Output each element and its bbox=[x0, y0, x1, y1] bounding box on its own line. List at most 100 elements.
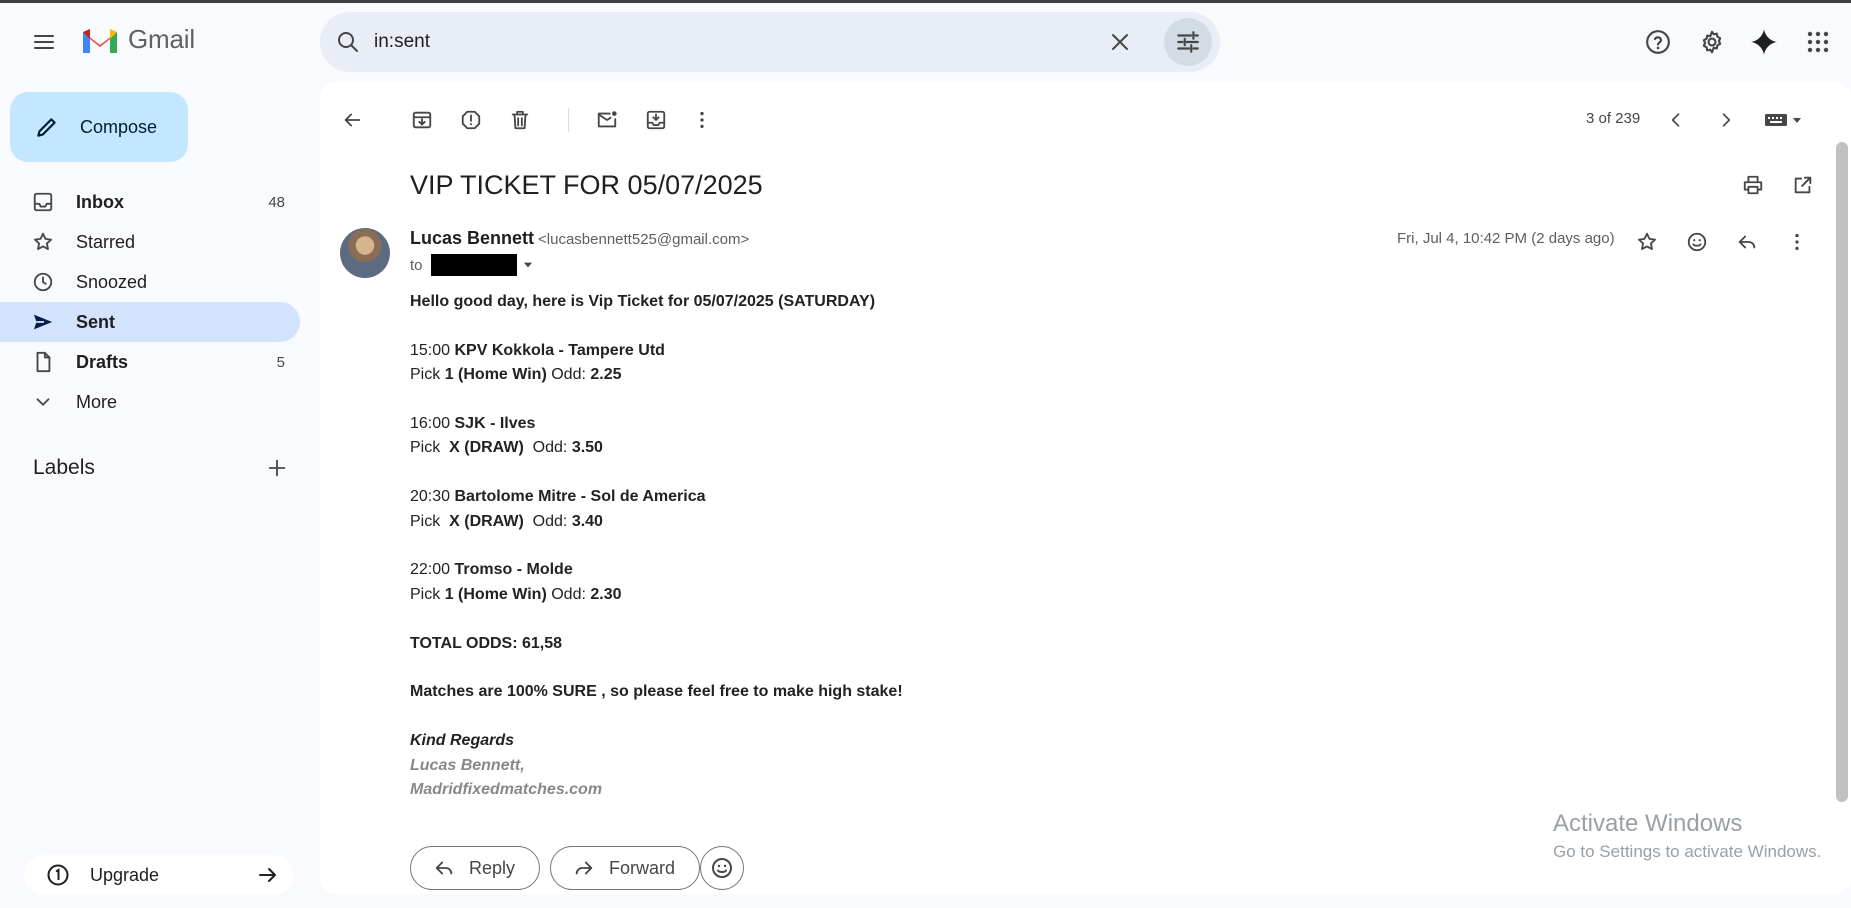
report-icon bbox=[461, 110, 481, 130]
sidebar-item-snoozed[interactable]: Snoozed bbox=[0, 262, 300, 302]
keyboard-icon bbox=[1765, 114, 1801, 126]
add-reaction-button[interactable] bbox=[1677, 222, 1717, 262]
sidebar-item-more[interactable]: More bbox=[0, 382, 300, 422]
forward-label: Forward bbox=[609, 857, 676, 878]
emoji-icon bbox=[712, 858, 732, 878]
search-input[interactable] bbox=[374, 26, 1074, 58]
emoji-icon bbox=[1687, 232, 1707, 252]
windows-activation-watermark: Activate Windows Go to Settings to activ… bbox=[1553, 810, 1821, 862]
draft-count: 5 bbox=[276, 353, 285, 371]
sidebar-item-inbox[interactable]: Inbox 48 bbox=[0, 182, 300, 222]
send-icon bbox=[33, 314, 53, 330]
more-vert-icon bbox=[700, 111, 704, 129]
gmail-m-icon bbox=[83, 28, 117, 53]
gmail-logo-text: Gmail bbox=[128, 24, 195, 54]
settings-button[interactable] bbox=[1692, 22, 1732, 62]
archive-button[interactable] bbox=[402, 100, 442, 140]
emoji-reaction-button[interactable] bbox=[700, 846, 744, 890]
message-view: 3 of 239 VIP TICKET FOR 05/07/2025 Lucas… bbox=[320, 82, 1851, 894]
search-icon[interactable] bbox=[336, 30, 360, 54]
move-to-inbox-icon bbox=[646, 110, 666, 130]
match-line: 15:00 KPV Kokkola - Tampere Utd bbox=[410, 341, 665, 359]
message-more-button[interactable] bbox=[1777, 222, 1817, 262]
delete-button[interactable] bbox=[500, 100, 540, 140]
signature-name: Lucas Bennett, bbox=[410, 756, 525, 774]
signoff: Kind Regards bbox=[410, 732, 515, 750]
unread-count: 48 bbox=[268, 193, 285, 211]
pick-line: Pick 1 (Home Win) Odd: 2.25 bbox=[410, 366, 622, 384]
pagination-label: 3 of 239 bbox=[1586, 110, 1641, 127]
email-note: Matches are 100% SURE , so please feel f… bbox=[410, 683, 903, 701]
sender-email: <lucasbennett525@gmail.com> bbox=[538, 231, 750, 248]
chevron-down-icon bbox=[36, 398, 50, 406]
pencil-icon bbox=[37, 118, 56, 137]
star-message-button[interactable] bbox=[1627, 222, 1667, 262]
chevron-right-icon bbox=[1722, 113, 1731, 127]
sidebar-item-label: Starred bbox=[76, 231, 136, 252]
search-options-button[interactable] bbox=[1164, 18, 1212, 66]
scrollbar-thumb[interactable] bbox=[1836, 142, 1848, 802]
move-to-button[interactable] bbox=[636, 100, 676, 140]
add-label-icon[interactable] bbox=[266, 457, 288, 479]
gemini-button[interactable] bbox=[1744, 22, 1784, 62]
signature-site: Madridfixedmatches.com bbox=[410, 781, 603, 799]
email-greeting: Hello good day, here is Vip Ticket for 0… bbox=[410, 293, 876, 310]
forward-icon bbox=[575, 861, 593, 875]
input-tools-button[interactable] bbox=[1758, 100, 1812, 140]
trash-icon bbox=[511, 110, 529, 130]
total-odds: TOTAL ODDS: 61,58 bbox=[410, 634, 563, 652]
sender-info: Lucas Bennett <lucasbennett525@gmail.com> bbox=[410, 228, 749, 249]
labels-header: Labels bbox=[33, 456, 288, 480]
sidebar-item-label: Sent bbox=[76, 311, 116, 332]
reply-button[interactable]: Reply bbox=[410, 846, 541, 890]
mark-unread-button[interactable] bbox=[587, 100, 627, 140]
upgrade-label: Upgrade bbox=[90, 864, 160, 885]
compose-button[interactable]: Compose bbox=[10, 92, 188, 162]
newer-button[interactable] bbox=[1656, 100, 1696, 140]
open-new-window-button[interactable] bbox=[1783, 165, 1823, 205]
email-subject: VIP TICKET FOR 05/07/2025 bbox=[410, 170, 763, 200]
reply-icon bbox=[435, 861, 453, 875]
sender-avatar[interactable] bbox=[340, 228, 390, 278]
compose-label: Compose bbox=[80, 116, 158, 137]
sidebar-item-label: Drafts bbox=[76, 351, 129, 372]
clear-search-icon[interactable] bbox=[1108, 30, 1132, 54]
watermark-title: Activate Windows bbox=[1553, 810, 1743, 837]
forward-button[interactable]: Forward bbox=[550, 846, 701, 890]
match-line: 16:00 SJK - Ilves bbox=[410, 415, 536, 432]
toolbar-divider bbox=[568, 108, 569, 132]
pick-line: Pick X (DRAW) Odd: 3.50 bbox=[410, 439, 603, 457]
reply-icon-button[interactable] bbox=[1727, 222, 1767, 262]
apps-grid-icon bbox=[1807, 31, 1829, 53]
support-button[interactable] bbox=[1638, 22, 1678, 62]
print-icon bbox=[1743, 175, 1763, 195]
report-spam-button[interactable] bbox=[451, 100, 491, 140]
sender-name[interactable]: Lucas Bennett bbox=[410, 228, 534, 248]
archive-icon bbox=[412, 111, 432, 129]
older-button[interactable] bbox=[1706, 100, 1746, 140]
gmail-logo[interactable]: Gmail bbox=[80, 24, 195, 55]
reply-label: Reply bbox=[469, 857, 516, 878]
clock-icon bbox=[33, 272, 53, 292]
watermark-subtitle: Go to Settings to activate Windows. bbox=[1553, 842, 1822, 861]
gear-icon bbox=[1702, 30, 1722, 54]
reply-icon bbox=[1738, 235, 1756, 249]
more-actions-button[interactable] bbox=[682, 100, 722, 140]
back-to-sent-button[interactable] bbox=[332, 100, 372, 140]
search-bar[interactable] bbox=[320, 12, 1220, 72]
upgrade-button[interactable]: Upgrade bbox=[24, 855, 294, 895]
sidebar-item-sent[interactable]: Sent bbox=[0, 302, 300, 342]
arrow-left-icon bbox=[344, 113, 361, 127]
hamburger-icon bbox=[34, 35, 54, 49]
to-label: to bbox=[410, 256, 423, 274]
draft-icon bbox=[36, 351, 51, 373]
pick-line: Pick 1 (Home Win) Odd: 2.30 bbox=[410, 585, 622, 603]
sidebar-item-drafts[interactable]: Drafts 5 bbox=[0, 342, 300, 382]
labels-title: Labels bbox=[33, 456, 95, 479]
sidebar-item-starred[interactable]: Starred bbox=[0, 222, 300, 262]
print-all-button[interactable] bbox=[1733, 165, 1773, 205]
inbox-icon bbox=[33, 192, 53, 212]
google-apps-button[interactable] bbox=[1798, 22, 1838, 62]
main-menu-button[interactable] bbox=[24, 22, 64, 62]
show-details-icon[interactable] bbox=[521, 258, 535, 272]
